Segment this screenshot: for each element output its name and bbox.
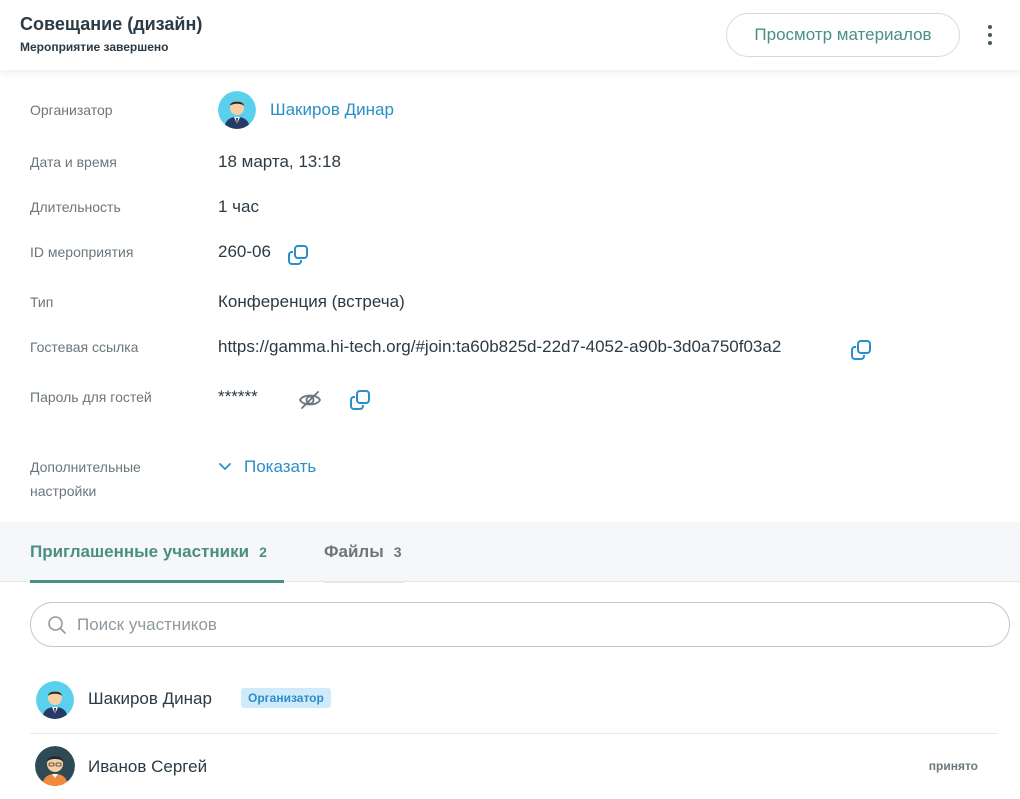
tab-files[interactable]: Файлы 3 [324,522,404,583]
guest-link-value[interactable]: https://gamma.hi-tech.org/#join:ta60b825… [218,335,781,359]
tab-files-count: 3 [393,544,402,560]
datetime-row: Дата и время 18 марта, 13:18 [0,150,1020,174]
guest-password-value: ****** [218,387,258,406]
extra-settings-row: Дополнительные настройки Показать [0,455,1020,505]
guest-password-row: Пароль для гостей ****** [0,385,1020,415]
datetime-label: Дата и время [30,154,117,170]
organizer-row: Организатор Шакиров Динар [0,90,1020,130]
guest-link-label: Гостевая ссылка [30,339,139,355]
chevron-down-icon [219,463,231,470]
participant-search[interactable] [30,602,1010,647]
copy-icon[interactable] [286,243,310,267]
organizer-badge: Организатор [241,688,331,708]
avatar [35,746,75,786]
duration-label: Длительность [30,199,121,215]
tab-participants[interactable]: Приглашенные участники 2 [30,522,284,583]
duration-value: 1 час [218,197,259,216]
tab-files-label: Файлы [324,542,384,561]
view-materials-button[interactable]: Просмотр материалов [726,13,960,57]
more-dot [988,25,992,29]
more-dot [988,33,992,37]
top-bar: Совещание (дизайн) Мероприятие завершено… [0,0,1020,70]
more-vertical-icon[interactable] [978,20,1002,50]
guest-link-row: Гостевая ссылка https://gamma.hi-tech.or… [0,335,1020,365]
more-dot [988,41,992,45]
participant-row[interactable]: Шакиров Динар Организатор [30,670,998,732]
event-status: Мероприятие завершено [20,40,169,54]
copy-icon[interactable] [348,388,372,412]
eye-off-icon[interactable] [298,388,322,412]
tabs-bar: Приглашенные участники 2 Файлы 3 [0,522,1020,583]
participant-name: Иванов Сергей [88,757,208,776]
show-settings-toggle[interactable]: Показать [218,455,316,479]
extra-settings-label-line1: Дополнительные [30,459,141,475]
page-title: Совещание (дизайн) [20,14,203,34]
event-id-row: ID мероприятия 260-06 [0,240,1020,270]
type-label: Тип [30,294,54,310]
copy-icon[interactable] [849,338,873,362]
avatar [36,681,74,719]
search-icon [48,615,66,634]
organizer-avatar[interactable] [218,91,256,129]
participant-status: принято [928,759,978,773]
divider [30,733,998,734]
type-row: Тип Конференция (встреча) [0,290,1020,314]
participant-row[interactable]: Иванов Сергей принято [30,735,998,797]
tab-participants-count: 2 [259,544,267,560]
search-input[interactable] [77,614,977,635]
extra-settings-label-line2: настройки [30,483,97,499]
datetime-value: 18 марта, 13:18 [218,152,341,171]
tab-active-indicator [30,580,284,583]
participant-name: Шакиров Динар [88,689,212,708]
show-settings-label: Показать [244,457,317,476]
organizer-label: Организатор [30,102,113,118]
tab-indicator [324,581,404,583]
event-id-value: 260-06 [218,242,271,261]
type-value: Конференция (встреча) [218,292,405,311]
organizer-name[interactable]: Шакиров Динар [270,98,394,122]
guest-password-label: Пароль для гостей [30,389,152,405]
duration-row: Длительность 1 час [0,195,1020,219]
event-id-label: ID мероприятия [30,244,134,260]
tab-participants-label: Приглашенные участники [30,542,250,561]
